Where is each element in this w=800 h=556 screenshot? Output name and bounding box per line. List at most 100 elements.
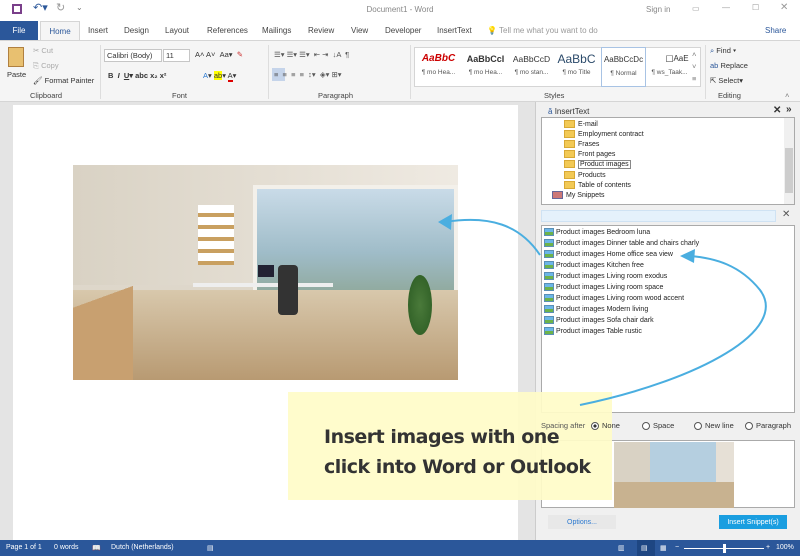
clear-search-icon[interactable]: ✕ bbox=[782, 209, 790, 220]
title-bar: ↶▾ ↻ ⌄ Document1 - Word Sign in ▭ — ☐ ✕ bbox=[0, 0, 800, 21]
share-button[interactable]: Share bbox=[765, 26, 786, 35]
style-more[interactable]: AaE bbox=[672, 49, 690, 85]
list-item[interactable]: Product images Living room space bbox=[544, 283, 663, 291]
tab-developer[interactable]: Developer bbox=[385, 26, 421, 35]
replace-button[interactable]: ab Replace bbox=[710, 61, 748, 70]
callout-line-1: Insert images with one bbox=[324, 426, 560, 448]
ribbon-display-icon[interactable]: ▭ bbox=[692, 4, 700, 13]
tree-scrollbar[interactable] bbox=[784, 118, 794, 204]
radio-paragraph[interactable]: Paragraph bbox=[745, 421, 791, 431]
options-button[interactable]: Options... bbox=[548, 515, 616, 529]
paste-button[interactable]: Paste bbox=[7, 70, 26, 79]
list-item[interactable]: Product images Living room wood accent bbox=[544, 294, 684, 302]
style-heading1[interactable]: AaBbC ¶ mo Hea... bbox=[416, 49, 461, 85]
font-size-select[interactable]: 11 bbox=[163, 49, 190, 62]
radio-none[interactable]: None bbox=[591, 421, 620, 431]
preview-image bbox=[614, 442, 734, 508]
close-button[interactable]: ✕ bbox=[780, 2, 788, 13]
tree-item-front-pages[interactable]: Front pages bbox=[564, 150, 615, 158]
list-item[interactable]: Product images Dinner table and chairs c… bbox=[544, 239, 699, 247]
list-item[interactable]: Product images Modern living bbox=[544, 305, 648, 313]
zoom-out-button[interactable]: − bbox=[675, 544, 679, 551]
web-layout-icon[interactable]: ▦ bbox=[660, 544, 667, 552]
tab-review[interactable]: Review bbox=[308, 26, 334, 35]
tab-references[interactable]: References bbox=[207, 26, 248, 35]
copy-label: Copy bbox=[41, 61, 59, 70]
maximize-button[interactable]: ☐ bbox=[752, 3, 759, 12]
list-item[interactable]: Product images Bedroom luna bbox=[544, 228, 650, 236]
ribbon-tabs: Home Insert Design Layout References Mai… bbox=[0, 21, 800, 41]
tree-item-table-of-contents[interactable]: Table of contents bbox=[564, 181, 631, 189]
minimize-button[interactable]: — bbox=[722, 3, 730, 12]
style-title[interactable]: AaBbC ¶ mo Title bbox=[554, 49, 599, 85]
replace-label: Replace bbox=[720, 61, 748, 70]
format-painter-label: Format Painter bbox=[44, 76, 95, 85]
style-heading2[interactable]: AaBbCcI ¶ mo Hea... bbox=[463, 49, 508, 85]
search-input[interactable] bbox=[541, 210, 776, 222]
tree-item-email[interactable]: E-mail bbox=[564, 120, 598, 128]
list-item-selected[interactable]: Product images Home office sea view bbox=[544, 250, 673, 258]
tell-me-input[interactable]: Tell me what you want to do bbox=[499, 26, 598, 35]
inserted-image-home-office[interactable] bbox=[73, 165, 458, 380]
styles-group-label: Styles bbox=[544, 91, 565, 100]
pane-title: ǎ InsertText bbox=[548, 107, 590, 116]
tab-insert[interactable]: Insert bbox=[88, 26, 108, 35]
copy-button[interactable]: ⎘ Copy bbox=[33, 61, 59, 71]
find-label: Find bbox=[716, 46, 731, 55]
macro-icon[interactable]: ▤ bbox=[207, 544, 214, 552]
collapse-ribbon-icon[interactable]: ˄ bbox=[785, 91, 789, 100]
style-standard[interactable]: AaBbCcD ¶ mo stan... bbox=[509, 49, 554, 85]
font-name-select[interactable]: Calibri (Body) bbox=[104, 49, 162, 62]
page-count[interactable]: Page 1 of 1 bbox=[6, 544, 42, 551]
tree-item-employment-contract[interactable]: Employment contract bbox=[564, 130, 644, 138]
tab-layout[interactable]: Layout bbox=[165, 26, 189, 35]
tree-item-my-snippets[interactable]: My Snippets bbox=[552, 191, 605, 199]
tab-home[interactable]: Home bbox=[40, 21, 80, 41]
tab-view[interactable]: View bbox=[351, 26, 368, 35]
tab-mailings[interactable]: Mailings bbox=[262, 26, 291, 35]
snippet-list: Product images Bedroom luna Product imag… bbox=[541, 225, 795, 413]
tree-item-frases[interactable]: Frases bbox=[564, 140, 599, 148]
zoom-in-button[interactable]: + bbox=[766, 544, 770, 551]
format-painter-button[interactable]: 🖌 Format Painter bbox=[33, 76, 94, 85]
proofing-icon[interactable]: 📖 bbox=[92, 544, 101, 552]
pane-expand-icon[interactable]: » bbox=[786, 104, 792, 115]
language[interactable]: Dutch (Netherlands) bbox=[111, 544, 174, 551]
cut-button[interactable]: ✂ Cut bbox=[33, 46, 53, 55]
paste-icon[interactable] bbox=[8, 47, 24, 67]
sign-in-link[interactable]: Sign in bbox=[646, 5, 670, 14]
list-item[interactable]: Product images Living room exodus bbox=[544, 272, 667, 280]
font-size-buttons[interactable]: A˄ A˅ Aa▾ ✎ bbox=[195, 50, 243, 59]
style-normal[interactable]: AaBbCcDc ¶ Normal bbox=[601, 47, 646, 87]
zoom-slider-thumb[interactable] bbox=[723, 544, 726, 553]
cut-label: Cut bbox=[41, 46, 54, 55]
list-item[interactable]: Product images Table rustic bbox=[544, 327, 642, 335]
status-bar: Page 1 of 1 0 words 📖 Dutch (Netherlands… bbox=[0, 540, 800, 556]
tab-inserttext[interactable]: InsertText bbox=[437, 26, 472, 35]
ribbon: Paste ✂ Cut ⎘ Copy 🖌 Format Painter Clip… bbox=[0, 40, 800, 102]
color-buttons[interactable]: A▾ ab▾ A▾ bbox=[203, 71, 236, 82]
snippet-tree[interactable]: E-mail Employment contract Frases Front … bbox=[541, 117, 795, 205]
select-button[interactable]: ⇱ Select▾ bbox=[710, 76, 743, 85]
select-label: Select bbox=[718, 76, 740, 85]
tree-item-products[interactable]: Products bbox=[564, 171, 606, 179]
word-count[interactable]: 0 words bbox=[54, 544, 79, 551]
styles-scroll[interactable]: ˄ ˅ ≡ bbox=[692, 49, 696, 85]
pane-close-icon[interactable]: ✕ bbox=[773, 105, 781, 116]
radio-new-line[interactable]: New line bbox=[694, 421, 734, 431]
radio-space[interactable]: Space bbox=[642, 421, 674, 431]
list-buttons[interactable]: ☰▾ ☰▾ ☰▾ ⇤ ⇥ ↓A ¶ bbox=[274, 50, 349, 59]
zoom-level[interactable]: 100% bbox=[776, 544, 794, 551]
format-buttons[interactable]: B I U▾ abc x₂ x² bbox=[108, 71, 166, 80]
tab-file[interactable]: File bbox=[0, 21, 38, 41]
tab-design[interactable]: Design bbox=[124, 26, 149, 35]
font-group-label: Font bbox=[172, 91, 188, 100]
align-buttons[interactable]: ≡ ≡ ≡ ≡ ↕▾ ◈▾ ⊞▾ bbox=[274, 70, 342, 79]
list-item[interactable]: Product images Sofa chair dark bbox=[544, 316, 654, 324]
insert-snippet-button[interactable]: Insert Snippet(s) bbox=[719, 515, 787, 529]
paragraph-group-label: Paragraph bbox=[318, 91, 354, 100]
tree-item-product-images[interactable]: Product images bbox=[564, 159, 631, 169]
read-mode-icon[interactable]: ▥ bbox=[618, 544, 625, 552]
find-button[interactable]: ⌕ Find ▾ bbox=[710, 46, 736, 56]
list-item[interactable]: Product images Kitchen free bbox=[544, 261, 644, 269]
